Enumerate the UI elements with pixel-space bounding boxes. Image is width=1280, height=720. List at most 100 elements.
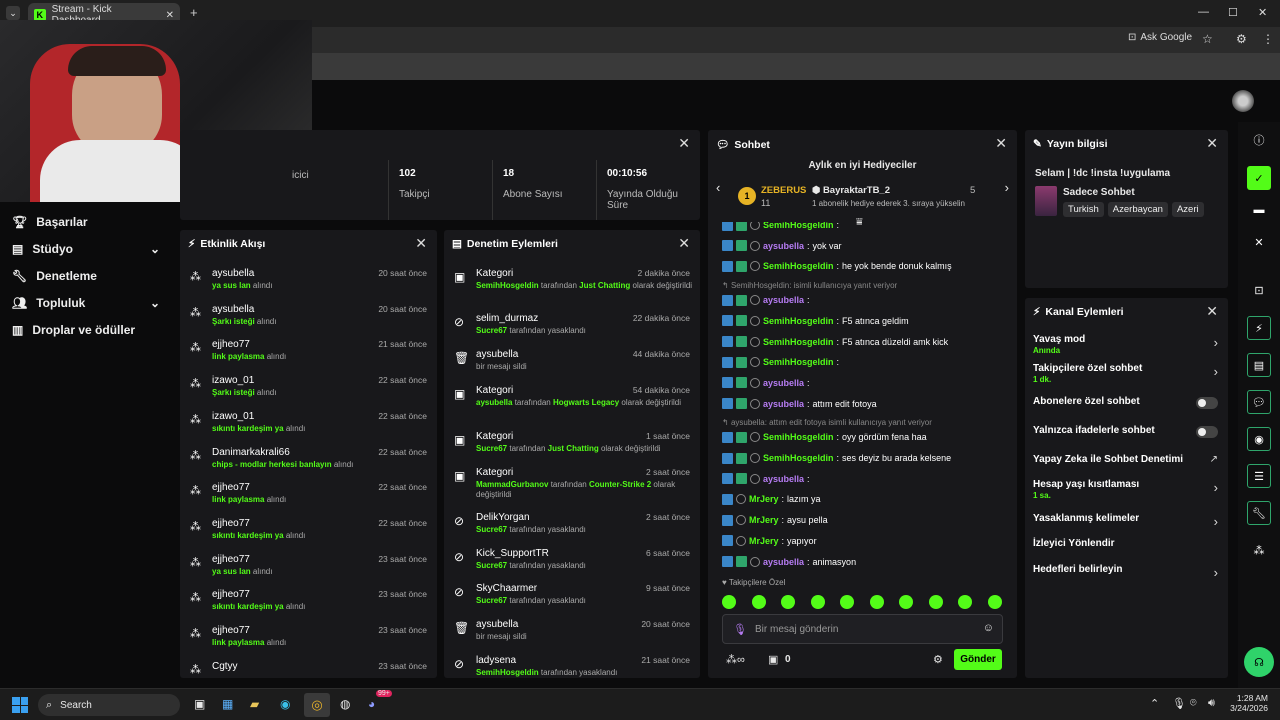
chat-message[interactable]: aysubella: yok var [722, 238, 842, 254]
emote-icon[interactable] [751, 595, 766, 609]
chevron-right-icon[interactable]: › [1214, 565, 1218, 580]
emote-icon[interactable] [987, 595, 1002, 609]
minimize-icon[interactable]: — [1198, 6, 1209, 18]
activity-item[interactable]: ⁂ ejjheo77 22 saat önce sıkıntı kardeşim… [180, 516, 437, 552]
chat-message[interactable]: SemihHosgeldin: F5 atınca geldim [722, 313, 909, 329]
chat-username[interactable]: MrJery [749, 494, 779, 504]
sidebar-item-studio[interactable]: ▤ Stüdyo ⌄ [0, 235, 172, 262]
check-icon[interactable]: ✓ [1247, 166, 1271, 190]
points-icon[interactable]: ⁂ [1247, 538, 1271, 562]
sidebar-item-community[interactable]: 👥︎ Topluluk ⌄ [0, 289, 172, 316]
discord-icon[interactable]: ◕ [368, 697, 375, 711]
activity-item[interactable]: ⁂ Danimarkakrali66 22 saat önce chips - … [180, 445, 437, 481]
chat-username[interactable]: aysubella [763, 295, 804, 305]
close-icon[interactable]: ✕ [1247, 230, 1271, 254]
chat-username[interactable]: aysubella [763, 399, 804, 409]
list-icon[interactable]: ☰ [1247, 464, 1271, 488]
channel-action-item[interactable]: İzleyici Yönlendir [1033, 538, 1218, 549]
new-tab-icon[interactable]: + [190, 5, 198, 20]
tab-close-icon[interactable]: ✕ [166, 10, 174, 21]
send-button[interactable]: Gönder [954, 649, 1002, 670]
moderation-item[interactable]: ⊘ selim_durmaz 22 dakika önce Sucre67 ta… [444, 311, 700, 347]
network-icon[interactable]: ⌾ [1190, 697, 1197, 710]
moderation-item[interactable]: ▣ Kategori 2 dakika önce SemihHosgeldin … [444, 266, 700, 302]
activity-item[interactable]: ⁂ ejjheo77 22 saat önce link paylasma al… [180, 480, 437, 516]
activity-item[interactable]: ⁂ Cgtyy 23 saat önce [180, 659, 437, 678]
moderation-item[interactable]: ⊘ Kick_SupportTR 6 saat önce Sucre67 tar… [444, 546, 700, 582]
bookmark-star-icon[interactable]: ☆ [1202, 32, 1213, 46]
toggle-switch[interactable] [1196, 397, 1218, 409]
chevron-left-icon[interactable]: ‹ [716, 180, 720, 195]
toggle-switch[interactable] [1196, 426, 1218, 438]
chat-username[interactable]: aysubella [763, 241, 804, 251]
chevron-right-icon[interactable]: › [1214, 480, 1218, 495]
chat-username[interactable]: SemihHosgeldin [763, 337, 834, 347]
taskbar-search[interactable]: ⌕ Search [38, 694, 180, 716]
bolt-icon[interactable]: ⚡︎ [1247, 316, 1271, 340]
user-avatar[interactable] [1232, 90, 1254, 112]
chat-message[interactable]: SemihHosgeldin: F5 atınca düzeldi amk ki… [722, 334, 948, 350]
chat-username[interactable]: SemihHosgeldin [763, 357, 834, 367]
extensions-icon[interactable]: ⚙ [1236, 32, 1247, 46]
chat-username[interactable]: aysubella [763, 378, 804, 388]
emote-icon[interactable] [958, 595, 973, 609]
chat-icon[interactable]: 💬︎ [1247, 390, 1271, 414]
chat-message[interactable]: MrJery: lazım ya [722, 491, 821, 507]
task-view-icon[interactable]: ▣ [194, 697, 205, 711]
chevron-right-icon[interactable]: › [1214, 364, 1218, 379]
close-icon[interactable]: ✕ [1206, 135, 1218, 152]
activity-item[interactable]: ⁂ aysubella 20 saat önce Şarkı isteği al… [180, 302, 437, 338]
activity-item[interactable]: ⁂ ejjheo77 23 saat önce ya sus lan alınd… [180, 552, 437, 588]
activity-item[interactable]: ⁂ ejjheo77 23 saat önce sıkıntı kardeşim… [180, 587, 437, 623]
channel-action-item[interactable]: Yavaş mod Anında [1033, 334, 1218, 355]
emote-icon[interactable] [840, 595, 855, 609]
widgets-icon[interactable]: ▦ [222, 697, 233, 711]
chat-message[interactable]: SemihHosgeldin: ses deyiz bu arada kelse… [722, 450, 951, 466]
moderation-item[interactable]: ▣ Kategori 54 dakika önce aysubella tara… [444, 383, 700, 419]
moderation-item[interactable]: ⊘ SkyChaarmer 9 saat önce Sucre67 tarafı… [444, 581, 700, 617]
emote-icon[interactable] [781, 595, 796, 609]
wrench-icon[interactable]: 🔧︎ [1247, 501, 1271, 525]
info-icon[interactable]: ⓘ [1247, 128, 1271, 152]
emote-icon[interactable] [869, 595, 884, 609]
file-explorer-icon[interactable]: ▰ [250, 697, 259, 711]
emote-icon[interactable] [722, 595, 736, 609]
window-close-icon[interactable]: ✕ [1258, 6, 1267, 19]
volume-icon[interactable]: 🔊︎ [1208, 697, 1215, 710]
moderation-item[interactable]: ▣ Kategori 2 saat önce MammadGurbanov ta… [444, 465, 700, 501]
sidebar-item-drops[interactable]: ▥ Droplar ve ödüller [0, 316, 172, 343]
chat-message[interactable]: MrJery: yapıyor [722, 533, 817, 549]
activity-item[interactable]: ⁂ ejjheo77 21 saat önce link paylasma al… [180, 337, 437, 373]
chat-message[interactable]: SemihHosgeldin: [722, 354, 842, 370]
chrome-icon[interactable]: ◎ [304, 693, 330, 717]
mic-icon[interactable]: 🎙︎ [733, 623, 747, 636]
emote-icon[interactable] [928, 595, 943, 609]
windows-start-icon[interactable] [12, 697, 28, 713]
moderation-item[interactable]: ▣ Kategori 1 saat önce Sucre67 tarafında… [444, 429, 700, 465]
chat-username[interactable]: SemihHosgeldin [763, 222, 834, 230]
chat-message[interactable]: aysubella: [722, 292, 813, 308]
chat-message[interactable]: aysubella: [722, 375, 813, 391]
document-icon[interactable]: ▤ [1247, 353, 1271, 377]
stream-category[interactable]: Sadece Sohbet [1063, 187, 1135, 198]
tab-search-icon[interactable]: ⌄ [6, 6, 20, 20]
channel-action-item[interactable]: Yalnızca ifadelerle sohbet [1033, 425, 1218, 436]
chat-username[interactable]: aysubella [763, 557, 804, 567]
moderation-item[interactable]: 🗑︎ aysubella 20 saat önce bir mesajı sil… [444, 617, 700, 653]
tray-chevron-icon[interactable]: ⌃ [1150, 697, 1159, 710]
sidebar-item-achievements[interactable]: 🏆︎ Başarılar [0, 208, 172, 235]
external-link-icon[interactable]: ↗ [1210, 454, 1218, 465]
chat-input[interactable]: 🎙︎ Bir mesaj gönderin ☺ [722, 614, 1003, 644]
chat-message[interactable]: SemihHosgeldin: he yok bende donuk kalmı… [722, 258, 952, 274]
settings-icon[interactable]: ⚙ [933, 653, 943, 666]
emote-icon[interactable] [810, 595, 825, 609]
maximize-icon[interactable]: ☐ [1228, 6, 1238, 19]
chat-message[interactable]: MrJery: aysu pella [722, 512, 828, 528]
chat-message[interactable]: aysubella: animasyon [722, 554, 856, 570]
chat-username[interactable]: SemihHosgeldin [763, 432, 834, 442]
gift-icon[interactable]: ▣ [768, 653, 778, 666]
chat-username[interactable]: SemihHosgeldin [763, 453, 834, 463]
close-icon[interactable]: ✕ [995, 135, 1007, 152]
chevron-right-icon[interactable]: › [1214, 514, 1218, 529]
tag-chip[interactable]: Azeri [1171, 202, 1204, 217]
